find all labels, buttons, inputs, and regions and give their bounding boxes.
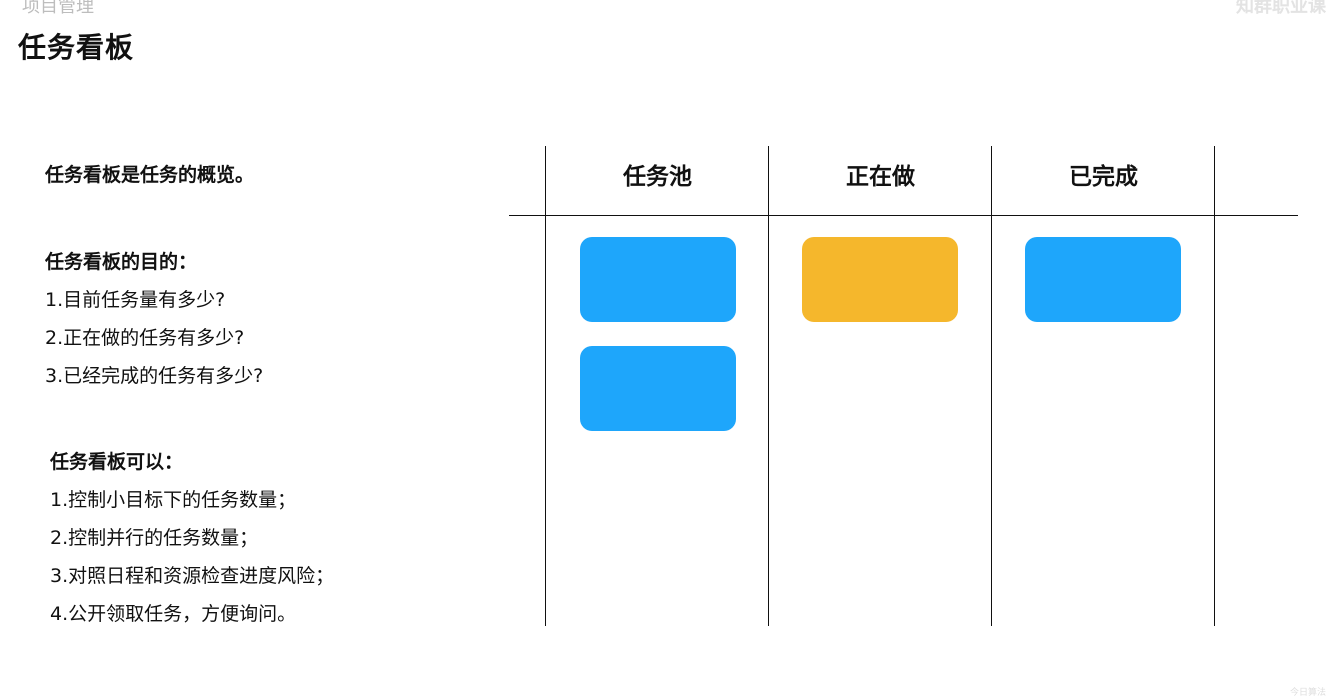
- purpose-section: 任务看板的目的： 1.目前任务量有多少? 2.正在做的任务有多少? 3.已经完成…: [45, 243, 263, 395]
- header-divider: [509, 215, 1298, 216]
- task-card[interactable]: [1025, 237, 1181, 322]
- purpose-heading: 任务看板的目的：: [45, 251, 198, 273]
- task-card[interactable]: [580, 346, 736, 431]
- column-header-pool: 任务池: [623, 164, 692, 190]
- watermark: 今日算法: [1289, 688, 1326, 698]
- column-divider: [768, 146, 769, 626]
- intro-heading: 任务看板是任务的概览。: [45, 164, 255, 186]
- column-divider: [1214, 146, 1215, 626]
- column-divider: [545, 146, 546, 626]
- task-card[interactable]: [802, 237, 958, 322]
- capability-item: 3.对照日程和资源检查进度风险；: [50, 565, 335, 587]
- capabilities-section: 任务看板可以： 1.控制小目标下的任务数量； 2.控制并行的任务数量； 3.对照…: [50, 443, 334, 633]
- intro-text: 任务看板是任务的概览。: [45, 156, 254, 194]
- purpose-item: 1.目前任务量有多少?: [45, 289, 226, 311]
- brand-logo: 知群职业课: [1236, 0, 1326, 17]
- task-card[interactable]: [580, 237, 736, 322]
- purpose-item: 3.已经完成的任务有多少?: [45, 365, 264, 387]
- capability-item: 1.控制小目标下的任务数量；: [50, 489, 297, 511]
- capability-item: 4.公开领取任务，方便询问。: [50, 603, 297, 625]
- purpose-item: 2.正在做的任务有多少?: [45, 327, 245, 349]
- column-divider: [991, 146, 992, 626]
- page-title: 任务看板: [18, 31, 135, 64]
- capabilities-heading: 任务看板可以：: [50, 451, 184, 473]
- column-header-doing: 正在做: [846, 164, 915, 190]
- column-header-done: 已完成: [1069, 164, 1138, 190]
- course-section-label: 项目管理: [22, 0, 94, 17]
- capability-item: 2.控制并行的任务数量；: [50, 527, 259, 549]
